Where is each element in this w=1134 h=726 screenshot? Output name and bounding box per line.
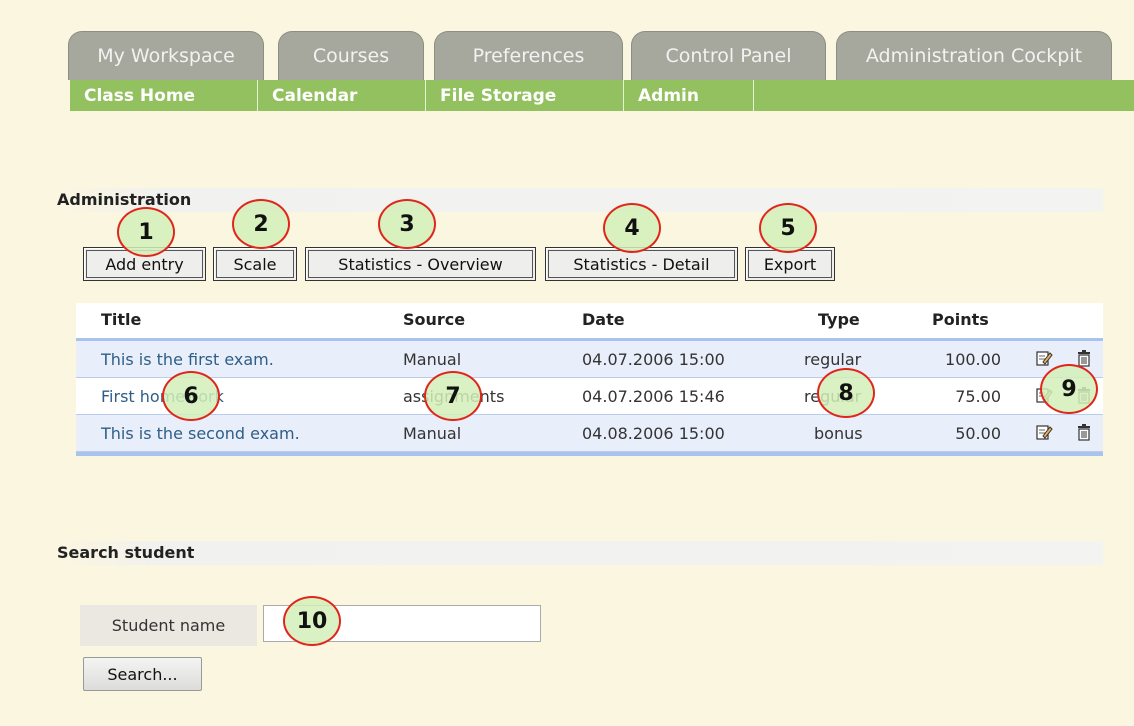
callout-8: 8 bbox=[817, 368, 875, 418]
subnav-file-storage[interactable]: File Storage bbox=[426, 80, 624, 111]
entry-date: 04.07.2006 15:00 bbox=[582, 350, 725, 369]
tab-courses[interactable]: Courses bbox=[278, 31, 424, 80]
edit-icon[interactable] bbox=[1035, 349, 1053, 367]
search-student-title: Search student bbox=[57, 543, 195, 562]
table-row: First homework assignments 04.07.2006 15… bbox=[76, 378, 1103, 415]
callout-1: 1 bbox=[117, 207, 175, 257]
student-name-label: Student name bbox=[80, 605, 257, 646]
administration-header-bar bbox=[57, 188, 1103, 212]
entry-type: regular bbox=[804, 350, 862, 369]
scale-button[interactable]: Scale bbox=[213, 247, 297, 281]
sub-navigation: Class Home Calendar File Storage Admin bbox=[70, 80, 1134, 111]
callout-4: 4 bbox=[603, 203, 661, 253]
callout-7: 7 bbox=[424, 371, 482, 421]
trash-icon[interactable] bbox=[1075, 423, 1093, 441]
entries-table: Title Source Date Type Points This is th… bbox=[76, 303, 1103, 456]
table-row: This is the second exam. Manual 04.08.20… bbox=[76, 415, 1103, 452]
entry-title-link[interactable]: This is the first exam. bbox=[101, 350, 274, 369]
tab-control-panel[interactable]: Control Panel bbox=[631, 31, 826, 80]
table-footer-line bbox=[76, 452, 1103, 456]
callout-3: 3 bbox=[378, 199, 436, 249]
callout-10: 10 bbox=[283, 596, 341, 646]
edit-icon[interactable] bbox=[1035, 423, 1053, 441]
statistics-detail-button[interactable]: Statistics - Detail bbox=[545, 247, 738, 281]
entry-source: Manual bbox=[403, 424, 462, 443]
entry-title-link[interactable]: This is the second exam. bbox=[101, 424, 300, 443]
search-button[interactable]: Search... bbox=[83, 657, 202, 691]
header-points[interactable]: Points bbox=[932, 310, 989, 329]
entry-points: 100.00 bbox=[945, 350, 1001, 369]
tab-preferences[interactable]: Preferences bbox=[434, 31, 623, 80]
callout-5: 5 bbox=[759, 203, 817, 253]
tab-my-workspace[interactable]: My Workspace bbox=[68, 31, 264, 80]
entry-type: bonus bbox=[814, 424, 863, 443]
header-source[interactable]: Source bbox=[403, 310, 465, 329]
table-row: This is the first exam. Manual 04.07.200… bbox=[76, 341, 1103, 378]
subnav-calendar[interactable]: Calendar bbox=[258, 80, 426, 111]
tab-administration-cockpit[interactable]: Administration Cockpit bbox=[836, 31, 1112, 80]
header-date[interactable]: Date bbox=[582, 310, 625, 329]
callout-2: 2 bbox=[232, 199, 290, 249]
callout-9: 9 bbox=[1040, 364, 1098, 414]
header-type[interactable]: Type bbox=[818, 310, 860, 329]
entry-date: 04.07.2006 15:46 bbox=[582, 387, 725, 406]
callout-6: 6 bbox=[162, 371, 220, 421]
subnav-class-home[interactable]: Class Home bbox=[70, 80, 258, 111]
entry-date: 04.08.2006 15:00 bbox=[582, 424, 725, 443]
table-header: Title Source Date Type Points bbox=[76, 303, 1103, 341]
search-header-bar bbox=[57, 541, 1103, 565]
entry-points: 75.00 bbox=[955, 387, 1001, 406]
entry-source: Manual bbox=[403, 350, 462, 369]
entry-points: 50.00 bbox=[955, 424, 1001, 443]
statistics-overview-button[interactable]: Statistics - Overview bbox=[305, 247, 536, 281]
header-title[interactable]: Title bbox=[101, 310, 141, 329]
administration-title: Administration bbox=[57, 190, 192, 209]
subnav-admin[interactable]: Admin bbox=[624, 80, 754, 111]
